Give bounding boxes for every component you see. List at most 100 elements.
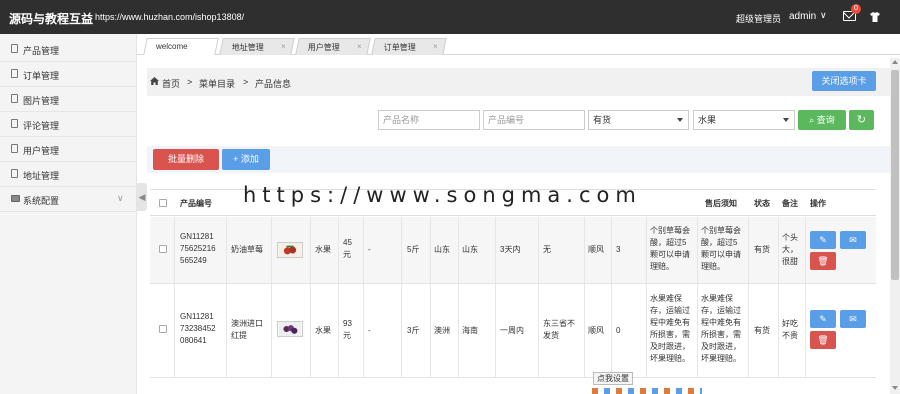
sidebar-item-label: 图片管理 (23, 96, 60, 106)
settings-tooltip: 点我设置 (593, 372, 633, 385)
delete-button[interactable]: 🗑 (810, 331, 836, 349)
header-ops: 操作 (810, 199, 826, 208)
sidebar-item-label: 地址管理 (23, 171, 60, 181)
product-after-sale: 个别草莓会 酸，超过5 颗可以申请 理赔。 (701, 226, 741, 271)
tab-users[interactable]: 用户管理 × (295, 38, 371, 55)
delete-button[interactable]: 🗑 (810, 252, 836, 270)
product-remark: 好吃 不贵 (782, 319, 798, 340)
file-icon (11, 69, 18, 78)
search-button-label: 查询 (816, 115, 835, 125)
chevron-down-icon[interactable]: ∨ (820, 10, 827, 21)
sidebar-item-label: 产品管理 (23, 46, 60, 56)
tab-address[interactable]: 地址管理 × (219, 38, 295, 55)
scroll-down-arrow-icon[interactable] (892, 386, 898, 390)
caret-down-icon (783, 118, 789, 122)
product-name-input[interactable]: 产品名称 (378, 110, 480, 130)
caret-down-icon (677, 118, 683, 122)
row-checkbox[interactable] (159, 245, 167, 253)
shirt-icon[interactable] (870, 12, 880, 22)
product-code-input[interactable]: 产品编号 (483, 110, 585, 130)
close-icon[interactable]: × (433, 42, 438, 51)
breadcrumb-separator: > (243, 77, 249, 87)
tab-welcome[interactable]: welcome (143, 38, 219, 55)
sidebar-item-images[interactable]: 图片管理 (0, 87, 137, 112)
file-icon (11, 119, 18, 128)
product-code: GN11281 75625216 565249 (180, 232, 216, 265)
top-bar: 源码与教程互益 https://www.huzhan.com/ishop1380… (0, 0, 900, 34)
sidebar-item-addresses[interactable]: 地址管理 (0, 162, 137, 187)
product-status: 有货 (754, 326, 770, 335)
product-ship-from: 山东 (462, 245, 478, 254)
product-thumbnail[interactable] (277, 321, 303, 337)
product-name: 奶油草莓 (231, 245, 263, 254)
product-origin: 澳洲 (434, 326, 450, 335)
sidebar-collapse-handle[interactable]: ◀ (137, 183, 147, 211)
product-count: 3 (616, 245, 621, 254)
stock-select[interactable]: 有货 (588, 110, 689, 130)
watermark-text: https://www.songma.com (243, 183, 642, 207)
product-remark: 个头 大， 很甜 (782, 233, 798, 266)
search-button[interactable]: ⌕ 查询 (798, 110, 846, 130)
product-ship-from: 海南 (462, 326, 478, 335)
scroll-up-arrow-icon[interactable] (892, 60, 898, 64)
sidebar-item-system-config[interactable]: 系统配置 ∨ (0, 187, 137, 212)
sidebar-item-products[interactable]: 产品管理 (0, 37, 137, 62)
table-row: GN11281 73238452 080641 澳洲进口 红提 水果 93 元 - 3斤… (150, 284, 876, 378)
product-thumbnail[interactable] (277, 242, 303, 258)
tab-label: welcome (156, 42, 188, 51)
app-logo[interactable]: 源码与教程互益 (9, 10, 93, 27)
product-weight: 5斤 (407, 245, 420, 254)
sidebar: 产品管理 订单管理 图片管理 评论管理 用户管理 地址管理 系统配置 ∨ (0, 34, 137, 394)
close-icon[interactable]: × (357, 42, 362, 51)
product-note: 个别草莓会 酸，超过5 颗可以申请 理赔。 (650, 226, 690, 271)
sidebar-item-label: 评论管理 (23, 121, 60, 131)
main-content: 首页 > 菜单目录 > 产品信息 关闭选项卡 产品名称 产品编号 有货 水果 ⌕… (147, 58, 890, 394)
header-code: 产品编号 (180, 199, 212, 208)
edit-button[interactable]: ✎ (810, 310, 836, 328)
product-extra: 东三省不 发货 (543, 319, 575, 340)
batch-delete-button[interactable]: 批量删除 (153, 149, 219, 170)
view-button[interactable]: ✉ (840, 310, 866, 328)
sidebar-item-label: 系统配置 (23, 196, 60, 206)
tab-orders[interactable]: 订单管理 × (371, 38, 447, 55)
product-code: GN11281 73238452 080641 (180, 312, 216, 345)
sidebar-item-comments[interactable]: 评论管理 (0, 112, 137, 137)
shop-url: https://www.huzhan.com/ishop13808/ (95, 12, 245, 22)
product-dash: - (368, 326, 371, 335)
file-icon (11, 44, 18, 53)
breadcrumb-home[interactable]: 首页 (162, 77, 180, 90)
product-express: 顺风 (588, 326, 604, 335)
search-icon: ⌕ (809, 115, 817, 125)
view-button[interactable]: ✉ (840, 231, 866, 249)
product-weight: 3斤 (407, 326, 420, 335)
close-icon[interactable]: × (281, 42, 286, 51)
sidebar-item-orders[interactable]: 订单管理 (0, 62, 137, 87)
refresh-button[interactable]: ↻ (849, 110, 874, 130)
sidebar-item-users[interactable]: 用户管理 (0, 137, 137, 162)
file-icon (11, 169, 18, 178)
file-icon (11, 94, 18, 103)
scroll-thumb[interactable] (891, 70, 899, 280)
row-checkbox[interactable] (159, 325, 167, 333)
action-bar: 批量删除 + 添加 (147, 146, 890, 173)
type-select-value: 水果 (698, 115, 717, 125)
vertical-scrollbar[interactable] (890, 58, 900, 394)
product-count: 0 (616, 326, 621, 335)
breadcrumb-current: 产品信息 (255, 79, 292, 89)
tab-label: 订单管理 (383, 43, 416, 52)
product-origin: 山东 (434, 245, 450, 254)
add-button[interactable]: + 添加 (222, 149, 270, 170)
header-status: 状态 (754, 199, 770, 208)
product-status: 有货 (754, 245, 770, 254)
select-all-checkbox[interactable] (159, 199, 167, 207)
tab-label: 用户管理 (307, 43, 340, 52)
type-select[interactable]: 水果 (693, 110, 795, 130)
user-menu[interactable]: admin (789, 11, 816, 22)
breadcrumb-menu[interactable]: 菜单目录 (199, 77, 235, 90)
close-tabs-button[interactable]: 关闭选项卡 (812, 71, 876, 91)
product-note: 水果难保 存，运输过 程中难免有 所损害，需 及时跟进， 坏果理赔。 (650, 294, 690, 363)
product-type: 水果 (315, 245, 331, 254)
edit-button[interactable]: ✎ (810, 231, 836, 249)
file-icon (11, 144, 18, 153)
product-type: 水果 (315, 326, 331, 335)
